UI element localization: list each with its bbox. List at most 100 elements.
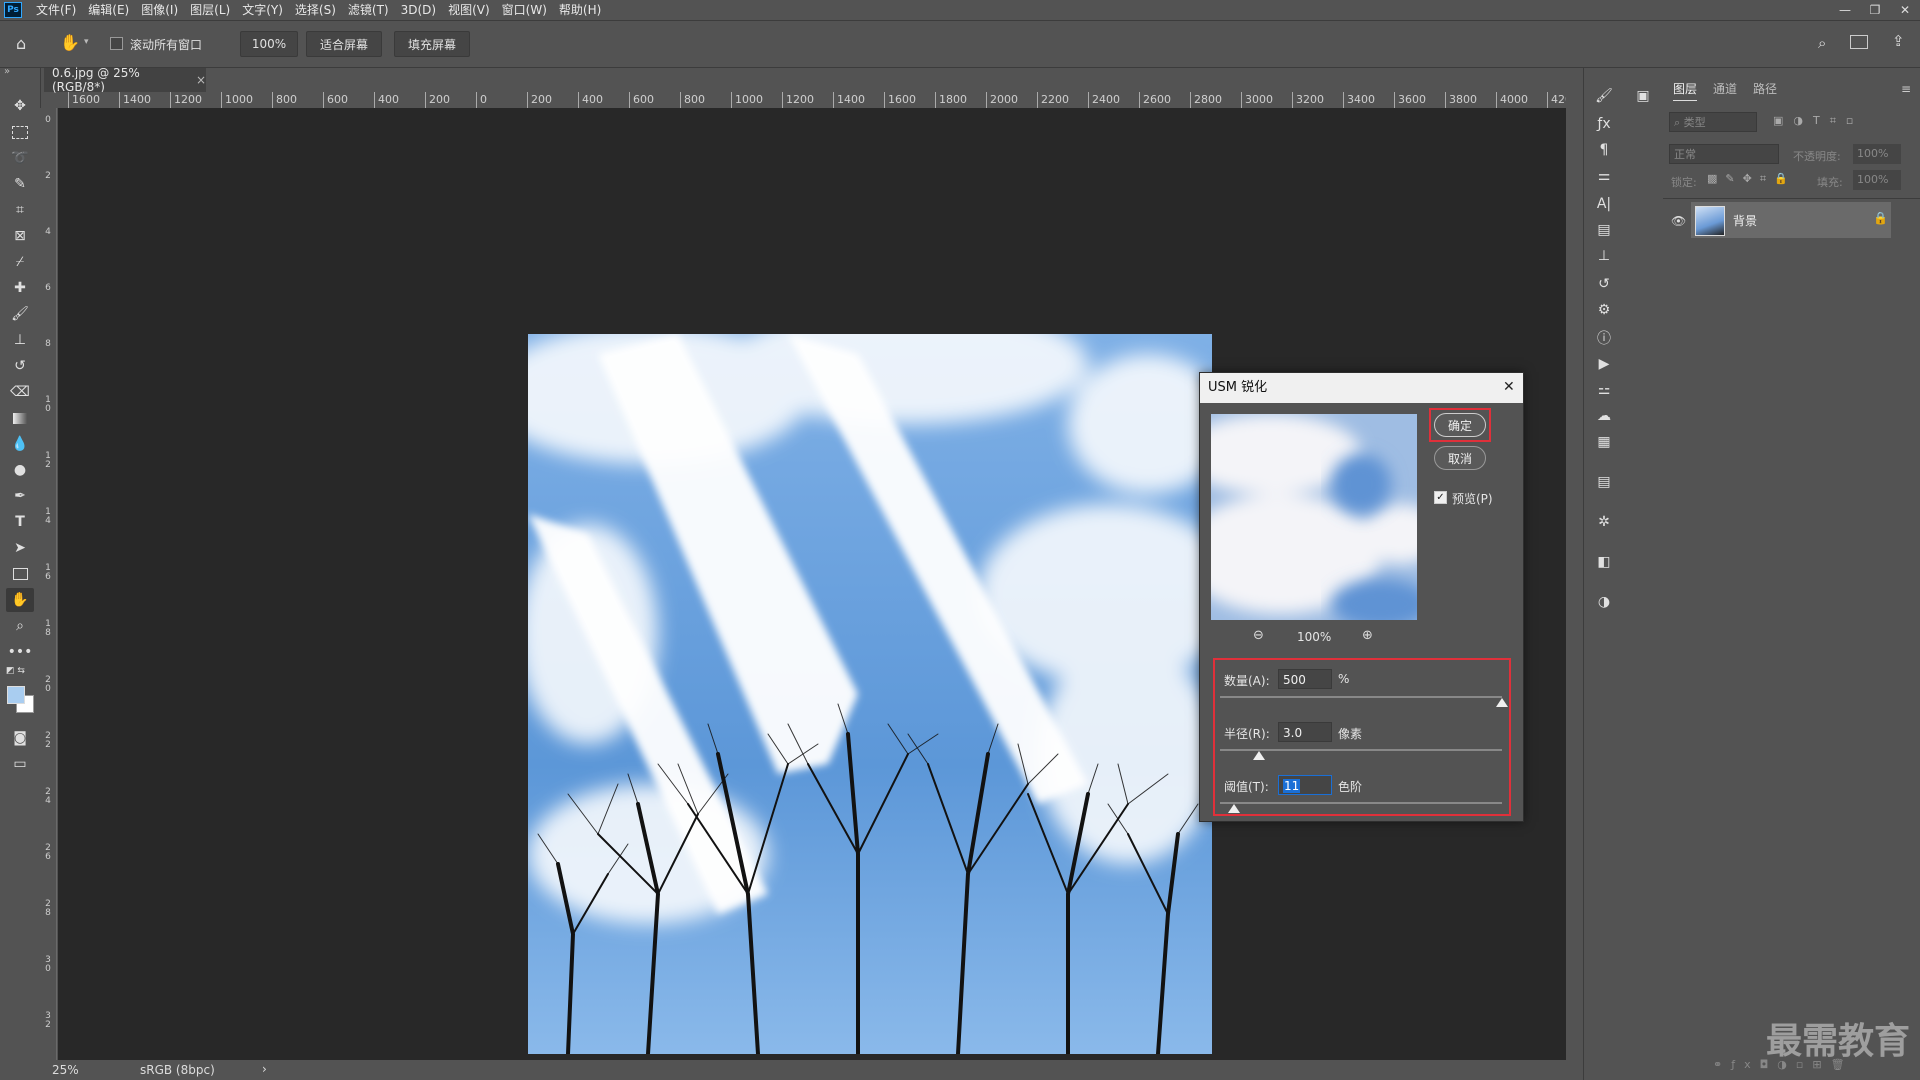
- search-icon[interactable]: ⌕: [1818, 34, 1826, 52]
- layer-row-background[interactable]: 背景 🔒: [1691, 202, 1891, 238]
- blend-mode-select[interactable]: 正常: [1669, 144, 1779, 164]
- move-tool-icon[interactable]: ✥: [6, 94, 34, 118]
- threshold-slider-thumb[interactable]: [1228, 804, 1241, 813]
- healing-brush-icon[interactable]: ✚: [6, 276, 34, 300]
- hand-tool-active-icon[interactable]: ✋: [6, 588, 34, 612]
- document-image[interactable]: [528, 334, 1212, 1054]
- fit-screen-button[interactable]: 适合屏幕: [306, 31, 382, 57]
- tab-paths[interactable]: 路径: [1753, 80, 1777, 97]
- amount-slider-track[interactable]: [1220, 696, 1502, 698]
- menu-image[interactable]: 图像(I): [135, 0, 184, 20]
- quick-selection-icon[interactable]: ✎: [6, 172, 34, 196]
- close-window-icon[interactable]: ✕: [1890, 0, 1920, 20]
- menu-view[interactable]: 视图(V): [442, 0, 496, 20]
- layer-filter-select[interactable]: ⌕ 类型: [1669, 112, 1757, 132]
- fill-screen-button[interactable]: 填充屏幕: [394, 31, 470, 57]
- minimize-icon[interactable]: —: [1830, 0, 1860, 20]
- status-more-icon[interactable]: ›: [262, 1062, 267, 1076]
- workspace-icon[interactable]: [1850, 35, 1868, 49]
- paragraph-icon[interactable]: ¶: [1593, 140, 1615, 160]
- screen-mode-icon[interactable]: ▭: [6, 752, 34, 776]
- tab-layers[interactable]: 图层: [1673, 80, 1698, 101]
- collapse-panel-icon[interactable]: »: [4, 66, 10, 77]
- brush-tool-icon[interactable]: 🖌: [6, 302, 34, 326]
- filter-type-icons[interactable]: ▣◑T⌗▫: [1773, 114, 1863, 128]
- ok-button[interactable]: 确定: [1434, 413, 1486, 437]
- path-selection-icon[interactable]: ➤: [6, 536, 34, 560]
- chevron-down-icon[interactable]: ▾: [84, 37, 89, 47]
- clone-stamp-icon[interactable]: ⊥: [6, 328, 34, 352]
- menu-select[interactable]: 选择(S): [289, 0, 342, 20]
- play-icon[interactable]: ▶: [1593, 354, 1615, 374]
- brush-settings-icon[interactable]: 🖌: [1593, 86, 1615, 106]
- menu-window[interactable]: 窗口(W): [496, 0, 553, 20]
- zoom-out-icon[interactable]: ⊖: [1253, 628, 1264, 643]
- frame-tool-icon[interactable]: ⊠: [6, 224, 34, 248]
- close-tab-icon[interactable]: ×: [196, 73, 206, 87]
- quick-mask-icon[interactable]: ◙: [6, 726, 34, 750]
- dodge-tool-icon[interactable]: ●: [6, 458, 34, 482]
- document-tab[interactable]: 0.6.jpg @ 25%(RGB/8*) ×: [44, 66, 206, 94]
- amount-input[interactable]: 500: [1278, 669, 1332, 689]
- history-brush-icon[interactable]: ↺: [6, 354, 34, 378]
- lasso-tool-icon[interactable]: ➰: [6, 146, 34, 170]
- zoom-tool-icon[interactable]: ⌕: [6, 614, 34, 638]
- libraries-icon[interactable]: ▤: [1593, 220, 1615, 240]
- amount-slider-thumb[interactable]: [1496, 698, 1508, 707]
- notes-icon[interactable]: ▤: [1593, 472, 1615, 492]
- threshold-slider-track[interactable]: [1220, 802, 1502, 804]
- preview-image[interactable]: [1211, 414, 1417, 620]
- visibility-eye-icon[interactable]: 👁: [1671, 214, 1686, 228]
- menu-layer[interactable]: 图层(L): [184, 0, 236, 20]
- rectangle-tool-icon[interactable]: [6, 562, 34, 586]
- scroll-all-checkbox[interactable]: [110, 37, 123, 50]
- clone-source-icon[interactable]: ƒx: [1593, 114, 1615, 134]
- marquee-tool-icon[interactable]: [6, 120, 34, 144]
- tab-channels[interactable]: 通道: [1713, 80, 1737, 97]
- actions-icon[interactable]: ⚙: [1593, 300, 1615, 320]
- menu-file[interactable]: 文件(F): [30, 0, 82, 20]
- opacity-input[interactable]: 100%: [1853, 144, 1901, 164]
- status-zoom[interactable]: 25%: [52, 1063, 79, 1077]
- eraser-icon[interactable]: ⌫: [6, 380, 34, 404]
- table-icon[interactable]: ▦: [1593, 432, 1615, 452]
- eyedropper-icon[interactable]: ⌿: [6, 250, 34, 274]
- menu-3d[interactable]: 3D(D): [395, 0, 442, 20]
- history-icon[interactable]: ↺: [1593, 274, 1615, 294]
- default-colors-icon[interactable]: ◩ ⇆: [6, 666, 34, 680]
- blur-tool-icon[interactable]: 💧: [6, 432, 34, 456]
- fill-input[interactable]: 100%: [1853, 170, 1901, 190]
- menu-edit[interactable]: 编辑(E): [82, 0, 135, 20]
- type-tool-icon[interactable]: T: [6, 510, 34, 534]
- panel-menu-icon[interactable]: ≡: [1901, 82, 1911, 96]
- swatches-icon[interactable]: ◑: [1593, 592, 1615, 612]
- more-tools-icon[interactable]: •••: [6, 640, 34, 664]
- gradient-icon[interactable]: [6, 406, 34, 430]
- hand-tool-icon[interactable]: ✋: [60, 33, 80, 52]
- zoom-100-button[interactable]: 100%: [240, 31, 298, 57]
- character-icon[interactable]: A|: [1593, 194, 1615, 214]
- menu-help[interactable]: 帮助(H): [553, 0, 607, 20]
- menu-filter[interactable]: 滤镜(T): [342, 0, 395, 20]
- menu-type[interactable]: 文字(Y): [236, 0, 289, 20]
- threshold-input[interactable]: 11: [1278, 775, 1332, 795]
- home-icon[interactable]: ⌂: [16, 34, 26, 53]
- preview-checkbox[interactable]: ✓: [1434, 491, 1447, 504]
- panel-toggle-icon[interactable]: ▣: [1632, 86, 1654, 106]
- share-icon[interactable]: ⇪: [1892, 32, 1905, 50]
- tool-presets-icon[interactable]: ⊥: [1593, 246, 1615, 266]
- info-icon[interactable]: ⓘ: [1593, 328, 1615, 348]
- zoom-in-icon[interactable]: ⊕: [1362, 628, 1373, 643]
- dialog-close-icon[interactable]: ✕: [1503, 379, 1515, 395]
- radius-slider-thumb[interactable]: [1253, 751, 1266, 760]
- restore-icon[interactable]: ❐: [1860, 0, 1890, 20]
- radius-input[interactable]: 3.0: [1278, 722, 1332, 742]
- lock-icons[interactable]: ▩✎✥⌗🔒: [1707, 172, 1796, 186]
- pen-tool-icon[interactable]: ✒: [6, 484, 34, 508]
- cancel-button[interactable]: 取消: [1434, 446, 1486, 470]
- timeline-icon[interactable]: ◧: [1593, 552, 1615, 572]
- adjustments-icon[interactable]: ⚌: [1593, 166, 1615, 186]
- properties-icon[interactable]: ⚍: [1593, 380, 1615, 400]
- glyphs-icon[interactable]: ✲: [1593, 512, 1615, 532]
- foreground-color-swatch[interactable]: [7, 686, 25, 704]
